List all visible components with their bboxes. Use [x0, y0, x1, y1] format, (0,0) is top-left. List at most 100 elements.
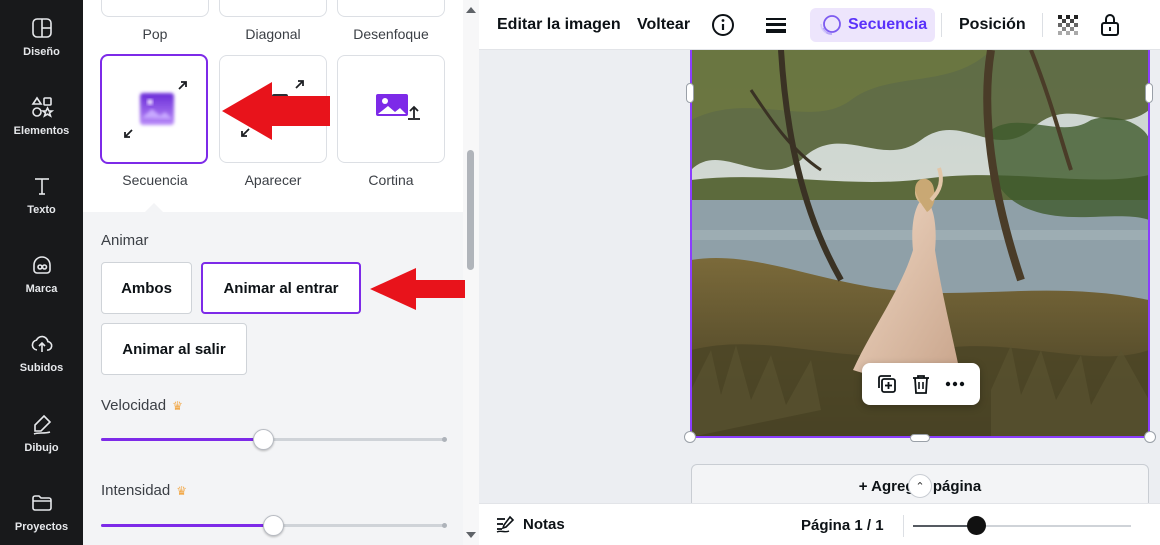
animate-in-button[interactable]: Animar al entrar — [201, 262, 361, 314]
resize-handle-left[interactable] — [686, 83, 694, 103]
speed-slider-fill — [101, 438, 263, 441]
crown-icon: ♛ — [176, 483, 187, 498]
zoom-slider-thumb[interactable] — [967, 516, 987, 535]
info-button[interactable] — [703, 8, 743, 42]
sequence-animation-button[interactable]: Secuencia — [810, 8, 936, 42]
speed-label: Velocidad — [101, 397, 167, 414]
animation-label-blur: Desenfoque — [353, 26, 429, 42]
cloud-upload-icon — [31, 335, 52, 352]
animation-card-blur[interactable] — [337, 0, 445, 17]
zoom-slider[interactable] — [913, 516, 1131, 535]
text-icon — [34, 178, 49, 195]
intensity-slider-fill — [101, 524, 273, 527]
resize-handle-bottom-left[interactable] — [684, 431, 696, 443]
animation-label-appear: Aparecer — [244, 172, 302, 188]
rail-item-brand[interactable]: Marca — [0, 253, 83, 323]
notes-label: Notas — [523, 515, 565, 533]
transparency-icon — [1058, 15, 1078, 35]
intensity-heading: Intensidad ♛ — [101, 482, 187, 499]
animation-label-sequence: Secuencia — [122, 172, 188, 188]
rail-item-design[interactable]: Diseño — [0, 16, 83, 86]
animation-card-sequence[interactable] — [100, 54, 208, 164]
more-options-button[interactable] — [944, 373, 966, 395]
scroll-thumb[interactable] — [467, 150, 474, 270]
sequence-label: Secuencia — [848, 16, 928, 33]
rail-item-label: Dibujo — [24, 442, 59, 454]
animations-panel: Pop Diagonal Desenfoque Secuencia Aparec… — [83, 0, 479, 545]
curtain-preview-icon — [376, 94, 420, 120]
intensity-label: Intensidad — [101, 482, 171, 499]
delete-button[interactable] — [910, 373, 932, 395]
top-toolbar: Editar la imagen Voltear Secuencia Posic… — [479, 0, 1160, 50]
resize-handle-right[interactable] — [1145, 83, 1153, 103]
slider-end-dot — [442, 523, 447, 528]
transparency-button[interactable] — [1049, 8, 1087, 42]
left-rail: Diseño Elementos Texto Marca Subidos Dib… — [0, 0, 83, 545]
resize-handle-bottom-right[interactable] — [1144, 431, 1156, 443]
trash-icon — [913, 375, 929, 394]
notes-icon — [496, 515, 515, 533]
rail-item-label: Elementos — [13, 125, 70, 137]
duplicate-icon — [878, 375, 896, 393]
intensity-slider-thumb[interactable] — [263, 515, 284, 536]
animation-label-diagonal: Diagonal — [245, 26, 301, 42]
chevron-up-icon: ⌃ — [915, 480, 925, 493]
rail-item-draw[interactable]: Dibujo — [0, 412, 83, 482]
duplicate-button[interactable] — [876, 373, 898, 395]
bottom-bar: Notas Página 1 / 1 — [479, 503, 1160, 545]
lock-button[interactable] — [1091, 8, 1129, 42]
notes-button[interactable]: Notas — [495, 514, 565, 534]
toolbar-divider — [941, 13, 942, 37]
intensity-slider[interactable] — [101, 515, 447, 536]
animation-label-pop: Pop — [142, 26, 168, 42]
scroll-down-icon[interactable] — [466, 532, 476, 538]
rail-item-text[interactable]: Texto — [0, 174, 83, 244]
draw-icon — [33, 414, 51, 435]
folder-icon — [31, 495, 52, 511]
rail-item-label: Subidos — [19, 362, 64, 374]
edit-image-button[interactable]: Editar la imagen — [489, 8, 629, 42]
rail-item-projects[interactable]: Proyectos — [0, 491, 83, 545]
more-icon — [945, 381, 965, 387]
line-weight-icon — [766, 18, 786, 33]
design-canvas: + Agregar página ⌃ — [479, 50, 1160, 503]
flip-button[interactable]: Voltear — [629, 8, 698, 42]
info-icon — [712, 14, 734, 36]
animation-icon — [820, 15, 841, 35]
appear-preview-icon — [241, 80, 304, 137]
scroll-up-icon[interactable] — [466, 7, 476, 13]
border-style-button[interactable] — [757, 8, 795, 42]
animation-card-diagonal[interactable] — [219, 0, 327, 17]
animate-both-button[interactable]: Ambos — [101, 262, 192, 314]
crown-icon: ♛ — [172, 398, 183, 413]
animation-card-pop[interactable] — [101, 0, 209, 17]
toolbar-divider — [1042, 13, 1043, 37]
position-button[interactable]: Posición — [951, 8, 1034, 42]
animate-out-button[interactable]: Animar al salir — [101, 323, 247, 375]
rail-item-label: Diseño — [23, 46, 60, 58]
slider-end-dot — [442, 437, 447, 442]
collapse-pages-button[interactable]: ⌃ — [908, 474, 932, 498]
animation-card-appear[interactable] — [219, 55, 327, 163]
animation-settings: Animar Ambos Animar al entrar Animar al … — [83, 212, 463, 545]
speed-heading: Velocidad ♛ — [101, 397, 183, 414]
brand-icon — [32, 256, 51, 274]
speed-slider[interactable] — [101, 429, 447, 450]
resize-handle-bottom[interactable] — [910, 434, 930, 442]
panel-scrollbar[interactable] — [463, 0, 479, 545]
animate-heading: Animar — [101, 232, 149, 249]
rail-item-uploads[interactable]: Subidos — [0, 332, 83, 402]
layout-icon — [31, 18, 52, 38]
rail-item-label: Texto — [27, 204, 56, 216]
rail-item-elements[interactable]: Elementos — [0, 95, 83, 165]
lock-icon — [1101, 14, 1119, 36]
selection-notch — [145, 203, 163, 212]
speed-slider-thumb[interactable] — [252, 429, 274, 450]
shapes-icon — [31, 96, 54, 118]
animation-label-curtain: Cortina — [368, 172, 414, 188]
animation-card-curtain[interactable] — [337, 55, 445, 163]
sequence-preview-icon — [124, 81, 187, 138]
page-indicator[interactable]: Página 1 / 1 — [801, 517, 884, 534]
rail-item-label: Proyectos — [14, 521, 69, 533]
element-quick-actions — [862, 363, 980, 405]
